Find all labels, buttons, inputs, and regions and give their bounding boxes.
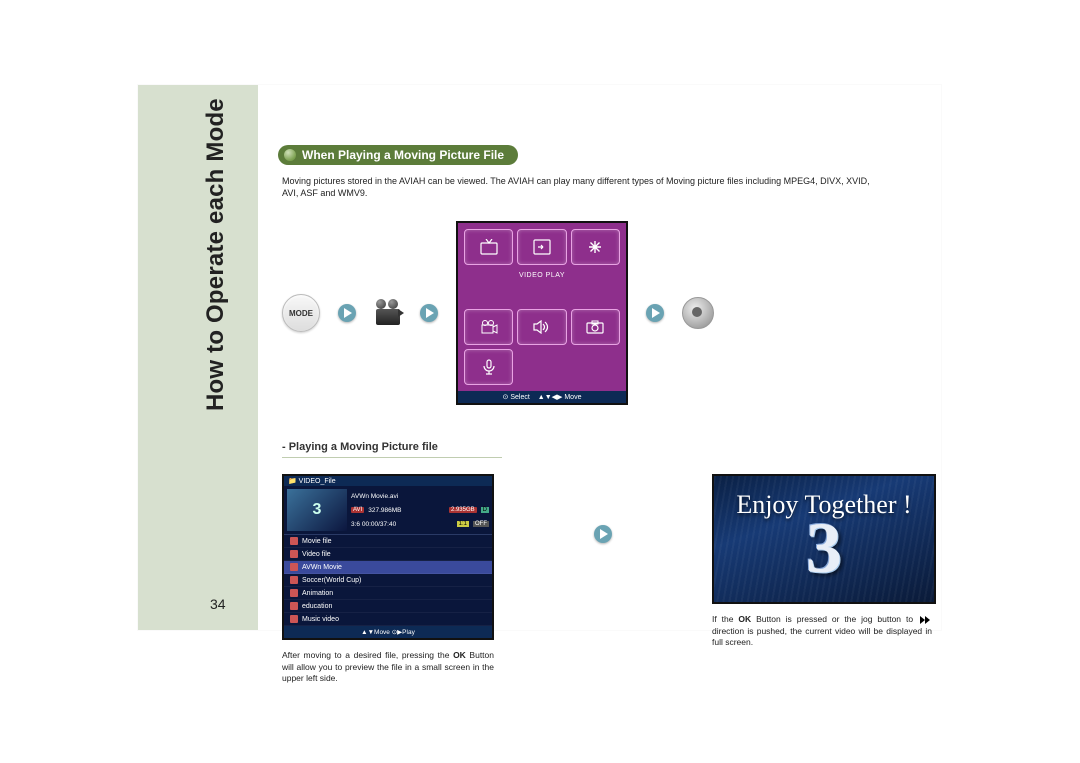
caption-text: If the: [712, 614, 738, 624]
fb-item: Movie file: [284, 535, 492, 548]
menu-footer-bar: ⊙ Select ▲▼◀▶ Move: [458, 391, 626, 403]
fb-item: Music video: [284, 613, 492, 626]
fb-d-badge: D: [481, 507, 489, 513]
intro-paragraph: Moving pictures stored in the AVIAH can …: [282, 175, 882, 199]
right-caption: If the OK Button is pressed or the jog b…: [712, 614, 932, 648]
manual-page: How to Operate each Mode 34 When Playing…: [138, 85, 941, 630]
mid-arrow-wrap: [594, 474, 612, 594]
fb-size: 327.986MB: [368, 507, 401, 514]
fb-preview-thumb: 3: [287, 489, 347, 531]
video-camera-icon: [374, 301, 402, 325]
fb-1-1-badge: 1:1: [457, 521, 469, 527]
fb-time: 3:6 00:00/37:40: [351, 521, 396, 528]
fb-footer: ▲▼Move ⊙▶Play: [284, 626, 492, 638]
menu-mic-icon: [464, 349, 513, 385]
fb-item: Soccer(World Cup): [284, 574, 492, 587]
menu-tv-icon: [464, 229, 513, 265]
file-browser-screenshot: 📁 VIDEO_File 3 AVWn Movie.avi AVI 327.98…: [282, 474, 494, 640]
navigation-flow: MODE: [282, 221, 911, 405]
overlay-text: Enjoy Together !: [736, 490, 911, 520]
caption-text: direction is pushed, the current video w…: [712, 626, 932, 647]
fb-preview-row: 3 AVWn Movie.avi AVI 327.986MB 2.935GB D: [284, 486, 492, 534]
menu-star-icon: [571, 229, 620, 265]
menu-center-label: VIDEO PLAY: [464, 269, 620, 281]
mode-button-label: MODE: [289, 309, 313, 318]
fb-info: AVWn Movie.avi AVI 327.986MB 2.935GB D 3…: [351, 489, 489, 531]
fb-item-label: Video file: [302, 551, 331, 558]
caption-bold: OK: [453, 650, 466, 660]
mode-button-icon: MODE: [282, 294, 320, 332]
left-caption: After moving to a desired file, pressing…: [282, 650, 494, 684]
right-column: Enjoy Together ! 3 If the OK Button is p…: [712, 474, 932, 648]
fb-item-label: AVWn Movie: [302, 564, 342, 571]
fb-item-selected: AVWn Movie: [284, 561, 492, 574]
fullscreen-playback-screenshot: Enjoy Together ! 3: [712, 474, 936, 604]
caption-text: Button is pressed or the jog button to: [751, 614, 918, 624]
arrow-right-icon: [646, 304, 664, 322]
menu-camera-icon: [464, 309, 513, 345]
fb-item: education: [284, 600, 492, 613]
fb-list: Movie file Video file AVWn Movie Soccer(…: [284, 534, 492, 626]
menu-photo-icon: [571, 309, 620, 345]
menu-record-in-icon: [517, 229, 566, 265]
menu-footer-select: ⊙ Select: [503, 393, 530, 401]
fb-item-label: Animation: [302, 590, 333, 597]
fast-forward-icon: [920, 616, 930, 624]
menu-speaker-icon: [517, 309, 566, 345]
fb-item-label: education: [302, 603, 332, 610]
fb-item: Animation: [284, 587, 492, 600]
jog-dial-icon: [682, 297, 714, 329]
fb-header: 📁 VIDEO_File: [284, 476, 492, 486]
video-play-menu-screenshot: VIDEO PLAY: [456, 221, 628, 405]
section-heading-text: When Playing a Moving Picture File: [302, 148, 504, 162]
section-heading-pill: When Playing a Moving Picture File: [278, 145, 518, 165]
sidebar-title: How to Operate each Mode: [202, 98, 230, 411]
fb-item: Video file: [284, 548, 492, 561]
fb-off-badge: OFF: [473, 521, 489, 527]
fb-item-label: Movie file: [302, 538, 332, 545]
canvas: How to Operate each Mode 34 When Playing…: [0, 0, 1080, 763]
left-column: 📁 VIDEO_File 3 AVWn Movie.avi AVI 327.98…: [282, 474, 494, 684]
arrow-right-icon: [338, 304, 356, 322]
arrow-right-icon: [420, 304, 438, 322]
arrow-right-icon: [594, 525, 612, 543]
content-area: When Playing a Moving Picture File Movin…: [278, 145, 911, 685]
subsection-heading: - Playing a Moving Picture file: [282, 441, 502, 458]
sidebar: How to Operate each Mode 34: [138, 85, 258, 630]
page-number: 34: [210, 596, 226, 612]
menu-footer-move: ▲▼◀▶ Move: [538, 393, 582, 401]
fb-badge-total: 2.935GB: [449, 507, 477, 513]
fb-file-title: AVWn Movie.avi: [351, 493, 398, 500]
fb-header-text: VIDEO_File: [299, 478, 336, 485]
fb-item-label: Music video: [302, 616, 339, 623]
caption-text: After moving to a desired file, pressing…: [282, 650, 453, 660]
caption-bold: OK: [738, 614, 751, 624]
fb-badge-format: AVI: [351, 507, 364, 513]
two-column-row: 📁 VIDEO_File 3 AVWn Movie.avi AVI 327.98…: [282, 474, 911, 684]
fb-item-label: Soccer(World Cup): [302, 577, 361, 584]
